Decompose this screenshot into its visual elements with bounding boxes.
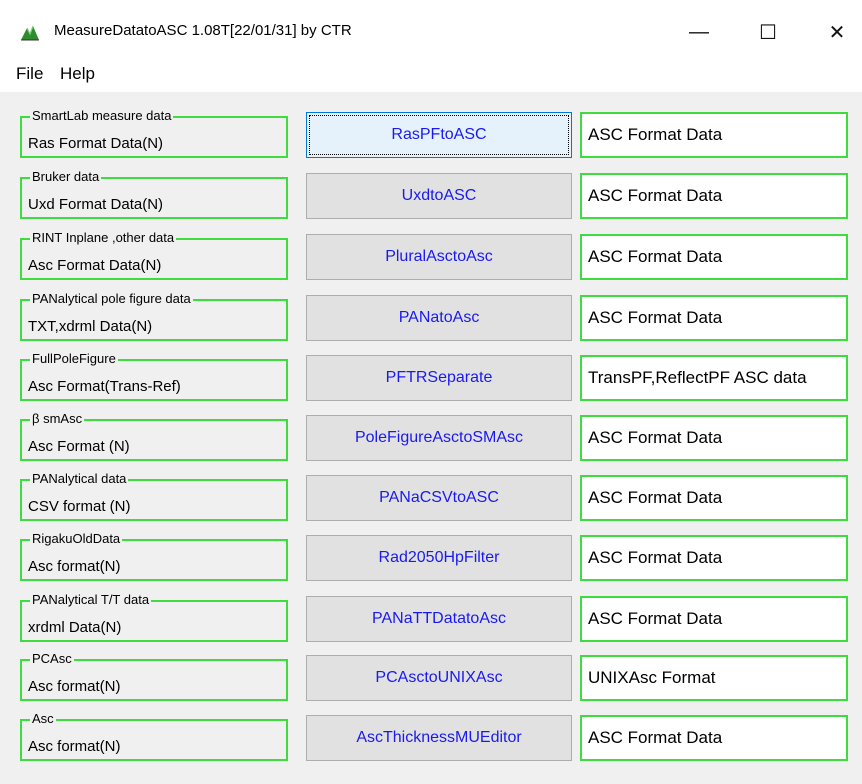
maximize-icon: ☐ (759, 21, 777, 44)
title-bar: MeasureDatatoASC 1.08T[22/01/31] by CTR … (0, 0, 862, 62)
minimize-button[interactable]: — (668, 14, 730, 50)
input-group: β smAsc Asc Format (N) (20, 411, 288, 461)
converter-row: FullPoleFigure Asc Format(Trans-Ref) PFT… (0, 351, 862, 409)
input-format-label: xrdml Data(N) (28, 619, 122, 636)
input-group: Bruker data Uxd Format Data(N) (20, 169, 288, 219)
group-title: FullPoleFigure (30, 351, 118, 367)
group-title: RigakuOldData (30, 531, 123, 547)
input-format-label: Asc Format Data(N) (28, 257, 162, 274)
converter-row: β smAsc Asc Format (N) PoleFigureAsctoSM… (0, 411, 862, 469)
converter-row: Bruker data Uxd Format Data(N) UxdtoASC … (0, 169, 862, 227)
input-format-label: Uxd Format Data(N) (28, 196, 164, 213)
output-format-field: ASC Format Data (580, 234, 848, 280)
input-format-label: Ras Format Data(N) (28, 135, 164, 152)
convert-button[interactable]: AscThicknessMUEditor (306, 715, 572, 761)
maximize-button[interactable]: ☐ (737, 14, 799, 50)
group-title: SmartLab measure data (30, 108, 174, 124)
converter-row: PANalytical pole figure data TXT,xdrml D… (0, 291, 862, 349)
group-title: β smAsc (30, 411, 85, 427)
app-icon (21, 25, 39, 41)
input-group: FullPoleFigure Asc Format(Trans-Ref) (20, 351, 288, 401)
minimize-icon: — (689, 20, 709, 43)
convert-button[interactable]: PFTRSeparate (306, 355, 572, 401)
group-title: PANalytical data (30, 471, 129, 487)
converter-row: PANalytical T/T data xrdml Data(N) PANaT… (0, 592, 862, 650)
convert-button[interactable]: Rad2050HpFilter (306, 535, 572, 581)
input-format-label: TXT,xdrml Data(N) (28, 318, 153, 335)
output-format-field: TransPF,ReflectPF ASC data (580, 355, 848, 401)
input-format-label: Asc format(N) (28, 738, 121, 755)
input-format-label: CSV format (N) (28, 498, 131, 515)
converter-row: RigakuOldData Asc format(N) Rad2050HpFil… (0, 531, 862, 589)
close-button[interactable]: ✕ (806, 14, 862, 50)
menu-bar: File Help (0, 62, 862, 92)
group-title: PANalytical pole figure data (30, 291, 193, 307)
output-format-field: ASC Format Data (580, 715, 848, 761)
convert-button[interactable]: PoleFigureAsctoSMAsc (306, 415, 572, 461)
output-format-field: ASC Format Data (580, 295, 848, 341)
input-group: PCAsc Asc format(N) (20, 651, 288, 701)
output-format-field: ASC Format Data (580, 535, 848, 581)
window-title: MeasureDatatoASC 1.08T[22/01/31] by CTR (54, 22, 352, 39)
input-format-label: Asc Format (N) (28, 438, 130, 455)
converter-row: RINT Inplane ,other data Asc Format Data… (0, 230, 862, 288)
converter-row: SmartLab measure data Ras Format Data(N)… (0, 108, 862, 166)
input-format-label: Asc format(N) (28, 558, 121, 575)
menu-file[interactable]: File (14, 64, 45, 84)
menu-help[interactable]: Help (58, 64, 97, 84)
input-group: PANalytical T/T data xrdml Data(N) (20, 592, 288, 642)
output-format-field: ASC Format Data (580, 173, 848, 219)
convert-button[interactable]: PANatoAsc (306, 295, 572, 341)
output-format-field: UNIXAsc Format (580, 655, 848, 701)
group-title: Asc (30, 711, 56, 727)
convert-button[interactable]: PANaCSVtoASC (306, 475, 572, 521)
input-group: PANalytical data CSV format (N) (20, 471, 288, 521)
output-format-field: ASC Format Data (580, 596, 848, 642)
input-group: PANalytical pole figure data TXT,xdrml D… (20, 291, 288, 341)
convert-button[interactable]: UxdtoASC (306, 173, 572, 219)
input-group: RigakuOldData Asc format(N) (20, 531, 288, 581)
output-format-field: ASC Format Data (580, 112, 848, 158)
converter-row: PANalytical data CSV format (N) PANaCSVt… (0, 471, 862, 529)
converter-row: Asc Asc format(N) AscThicknessMUEditor A… (0, 711, 862, 769)
close-icon: ✕ (828, 21, 846, 44)
group-title: PCAsc (30, 651, 74, 667)
output-format-field: ASC Format Data (580, 475, 848, 521)
group-title: Bruker data (30, 169, 102, 185)
group-title: PANalytical T/T data (30, 592, 152, 608)
input-format-label: Asc format(N) (28, 678, 121, 695)
convert-button[interactable]: PANaTTDatatoAsc (306, 596, 572, 642)
convert-button[interactable]: RasPFtoASC (306, 112, 572, 158)
input-group: SmartLab measure data Ras Format Data(N) (20, 108, 288, 158)
group-title: RINT Inplane ,other data (30, 230, 177, 246)
input-group: RINT Inplane ,other data Asc Format Data… (20, 230, 288, 280)
converter-row: PCAsc Asc format(N) PCAsctoUNIXAsc UNIXA… (0, 651, 862, 709)
output-format-field: ASC Format Data (580, 415, 848, 461)
input-group: Asc Asc format(N) (20, 711, 288, 761)
input-format-label: Asc Format(Trans-Ref) (28, 378, 181, 395)
convert-button[interactable]: PluralAsctoAsc (306, 234, 572, 280)
convert-button[interactable]: PCAsctoUNIXAsc (306, 655, 572, 701)
